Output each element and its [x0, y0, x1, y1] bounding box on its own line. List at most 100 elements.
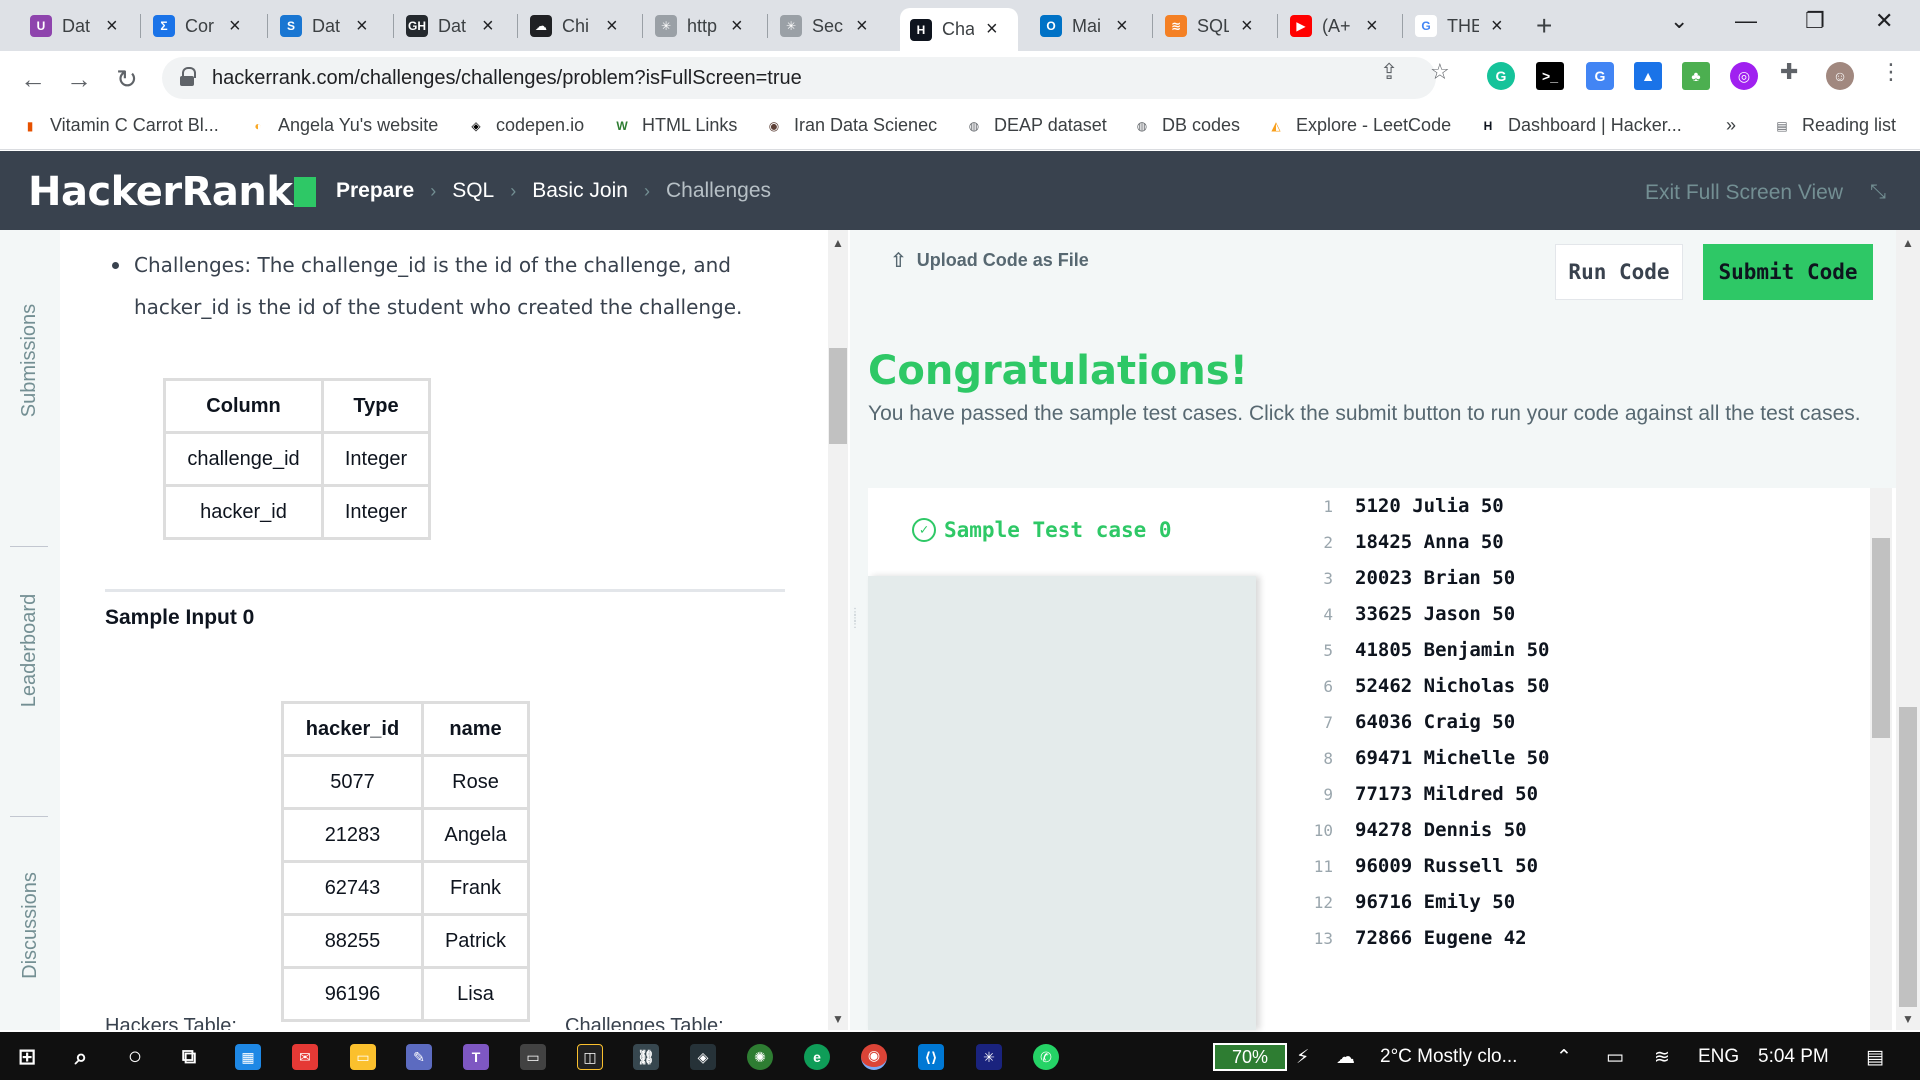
terminal-extension-icon[interactable]: >_	[1536, 62, 1564, 90]
pane-scrollbar[interactable]: ▲ ▼	[1896, 230, 1920, 1030]
resize-handle[interactable]: ⋮ ⋮ ⋮	[850, 608, 860, 660]
power-plug-icon[interactable]: ⚡	[1296, 1046, 1309, 1069]
bookmark-item[interactable]: H Dashboard | Hacker...	[1478, 115, 1682, 136]
close-icon[interactable]: ×	[606, 15, 618, 38]
reading-list-button[interactable]: ▤ Reading list	[1772, 115, 1896, 136]
task-view-icon[interactable]: ⧉	[176, 1044, 202, 1070]
more-bookmarks-button[interactable]: »	[1726, 115, 1736, 136]
profile-avatar[interactable]: ☺	[1826, 62, 1854, 90]
tab-discussions[interactable]: Discussions	[0, 820, 60, 1030]
snip-app-icon[interactable]: ✳	[976, 1044, 1002, 1070]
windows-start-icon[interactable]: ⊞	[14, 1044, 40, 1070]
bookmark-star-icon[interactable]: ☆	[1430, 59, 1450, 85]
minimize-icon[interactable]: —	[1735, 8, 1757, 34]
new-tab-button[interactable]: +	[1536, 10, 1552, 42]
close-icon[interactable]: ×	[1366, 15, 1378, 38]
close-icon[interactable]: ×	[356, 15, 368, 38]
scrollbar-thumb[interactable]	[829, 348, 847, 444]
edge-browser-icon[interactable]: e	[804, 1044, 830, 1070]
close-window-icon[interactable]: ✕	[1875, 8, 1893, 34]
translate-extension-icon[interactable]: G	[1586, 62, 1614, 90]
bookmark-item[interactable]: ◐ Angela Yu's website	[248, 115, 438, 136]
lock-icon[interactable]	[180, 67, 196, 86]
close-icon[interactable]: ×	[1491, 15, 1503, 38]
upload-code-button[interactable]: ⇧ Upload Code as File	[890, 248, 1089, 273]
extensions-puzzle-icon[interactable]: ✚	[1780, 59, 1798, 85]
close-icon[interactable]: ×	[1241, 15, 1253, 38]
browser-tab[interactable]: ▶ (A+ ×	[1280, 8, 1398, 44]
bookmark-item[interactable]: ◍ DEAP dataset	[964, 115, 1107, 136]
browser-tab[interactable]: H Cha ×	[900, 8, 1018, 51]
close-icon[interactable]: ×	[1116, 15, 1128, 38]
close-icon[interactable]: ×	[856, 15, 868, 38]
tab-leaderboard[interactable]: Leaderboard	[0, 550, 60, 750]
reload-icon[interactable]: ↻	[116, 64, 138, 95]
hackerrank-logo[interactable]: HackerRank	[28, 169, 317, 215]
problem-scrollbar[interactable]: ▲ ▼	[828, 230, 848, 1030]
browser-tab[interactable]: ✳ Sec ×	[770, 8, 888, 44]
scroll-down-icon[interactable]: ▼	[832, 1012, 844, 1026]
bookmark-item[interactable]: ◉ Iran Data Scienec	[764, 115, 937, 136]
display-icon[interactable]: ▭	[1606, 1046, 1624, 1069]
bookmark-item[interactable]: ◍ DB codes	[1132, 115, 1240, 136]
clock[interactable]: 5:04 PM	[1758, 1046, 1829, 1068]
notifications-icon[interactable]: ▤	[1866, 1046, 1884, 1069]
browser-tab[interactable]: U Dat ×	[20, 8, 138, 44]
close-icon[interactable]: ×	[482, 15, 494, 38]
bookmark-item[interactable]: W HTML Links	[612, 115, 737, 136]
vscode-app-icon[interactable]: ⟨⟩	[918, 1044, 944, 1070]
scroll-down-icon[interactable]: ▼	[1902, 1012, 1914, 1026]
browser-tab[interactable]: O Mai ×	[1030, 8, 1148, 44]
browser-tab[interactable]: G THE ×	[1405, 8, 1523, 44]
cloud-icon[interactable]: ☁	[1336, 1046, 1355, 1069]
exit-fullscreen-link[interactable]: Exit Full Screen View	[1645, 181, 1843, 205]
test-case-tab[interactable]: ✓ Sample Test case 0	[868, 488, 1256, 576]
address-bar[interactable]: hackerrank.com/challenges/challenges/pro…	[162, 57, 1436, 99]
browser-tab[interactable]: Σ Cor ×	[143, 8, 261, 44]
chrome-browser-icon[interactable]: ◉	[861, 1044, 887, 1070]
cube-app-icon[interactable]: ◈	[690, 1044, 716, 1070]
browser-tab[interactable]: ≋ SQL ×	[1155, 8, 1273, 44]
scroll-up-icon[interactable]: ▲	[832, 236, 844, 250]
file-explorer-icon[interactable]: ▭	[350, 1044, 376, 1070]
language-indicator[interactable]: ENG	[1698, 1046, 1739, 1068]
bookmark-item[interactable]: ▮ Vitamin C Carrot Bl...	[20, 115, 219, 136]
network-app-icon[interactable]: ⛓	[633, 1044, 659, 1070]
close-icon[interactable]: ×	[731, 15, 743, 38]
browser-tab[interactable]: ☁ Chi ×	[520, 8, 638, 44]
purple-extension-icon[interactable]: ◎	[1730, 62, 1758, 90]
paint-app-icon[interactable]: ✎	[406, 1044, 432, 1070]
globe-app-icon[interactable]: ✺	[747, 1044, 773, 1070]
back-icon[interactable]: ←	[20, 64, 46, 95]
battery-indicator[interactable]: 70%	[1213, 1043, 1287, 1071]
graduation-extension-icon[interactable]: ▲	[1634, 62, 1662, 90]
scrollbar-thumb[interactable]	[1899, 707, 1917, 1007]
teams-app-icon[interactable]: T	[463, 1044, 489, 1070]
close-icon[interactable]: ×	[229, 15, 241, 38]
scrollbar-thumb[interactable]	[1872, 538, 1890, 738]
browser-tab[interactable]: S Dat ×	[270, 8, 388, 44]
run-code-button[interactable]: Run Code	[1555, 244, 1683, 300]
browser-tab[interactable]: ✳ http ×	[645, 8, 763, 44]
search-icon[interactable]: ⌕	[68, 1044, 94, 1070]
bookmark-item[interactable]: ◭ Explore - LeetCode	[1266, 115, 1451, 136]
tree-extension-icon[interactable]: ♣	[1682, 62, 1710, 90]
tab-search-icon[interactable]: ⌄	[1670, 8, 1688, 34]
calendar-app-icon[interactable]: ▦	[235, 1044, 261, 1070]
breadcrumb-basic-join[interactable]: Basic Join	[532, 179, 628, 203]
output-scrollbar[interactable]	[1870, 488, 1892, 1030]
share-icon[interactable]: ⇪	[1380, 59, 1398, 85]
grammarly-extension-icon[interactable]: G	[1487, 62, 1515, 90]
terminal-app-icon[interactable]: ▭	[520, 1044, 546, 1070]
database-app-icon[interactable]: ◫	[577, 1044, 603, 1070]
collapse-icon[interactable]: ⤡	[1870, 181, 1886, 204]
bookmark-item[interactable]: ◈ codepen.io	[466, 115, 584, 136]
breadcrumb-prepare[interactable]: Prepare	[336, 179, 414, 203]
submit-code-button[interactable]: Submit Code	[1703, 244, 1873, 300]
forward-icon[interactable]: →	[66, 64, 92, 95]
chevron-up-icon[interactable]: ⌃	[1556, 1046, 1572, 1069]
tab-submissions[interactable]: Submissions	[0, 260, 60, 460]
mail-app-icon[interactable]: ✉	[292, 1044, 318, 1070]
close-icon[interactable]: ×	[986, 18, 998, 41]
wifi-icon[interactable]: ≋	[1654, 1046, 1670, 1069]
